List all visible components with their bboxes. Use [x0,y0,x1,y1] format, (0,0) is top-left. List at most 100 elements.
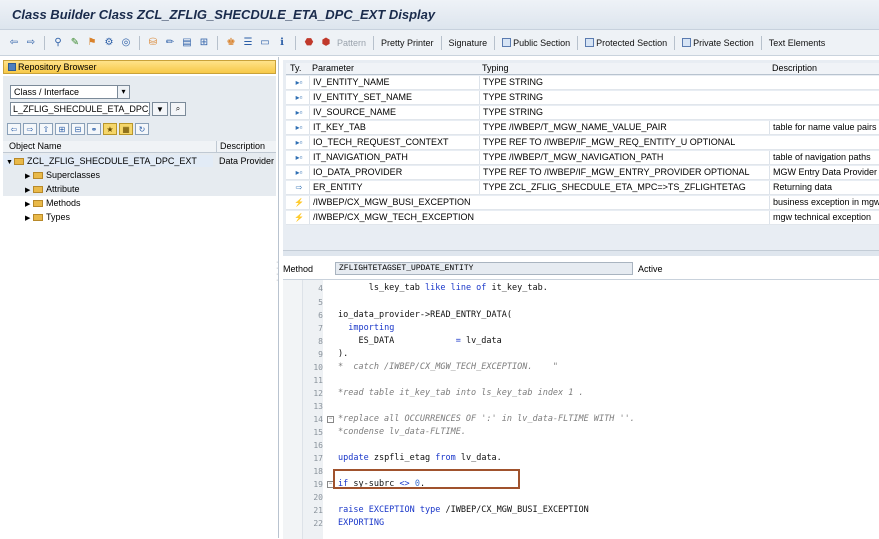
pattern-button[interactable]: Pattern [337,38,366,48]
section-icon [502,37,512,47]
activate-icon[interactable]: ⚙ [103,37,115,49]
hierarchy-icon[interactable]: ♚ [225,37,237,49]
line-number: 20 [313,493,323,502]
typing-column[interactable]: Typing [482,63,509,74]
folder-icon [33,186,43,193]
tree-root-label: ZCL_ZFLIG_SHECDULE_ETA_DPC_EXT [27,156,197,166]
method-status: Active [638,264,663,274]
private-section-label: Private Section [693,37,754,48]
collapsed-triangle-icon[interactable]: ▶ [25,212,33,226]
line-number: 15 [313,428,323,437]
object-name-column[interactable]: Object Name [9,141,62,152]
parameter-row[interactable]: ▸▫ IO_TECH_REQUEST_CONTEXT TYPE REF TO /IW… [286,136,879,150]
exception-icon: ⚡ [294,198,304,207]
expand-all-icon[interactable]: ⊞ [55,123,69,135]
parameter-row[interactable]: ▸▫ IT_KEY_TAB TYPE /IWBEP/T_MGW_NAME_VALUE… [286,121,879,135]
layout-icon[interactable]: ▭ [259,37,271,49]
parameter-row[interactable]: ⚡/IWBEP/CX_MGW_BUSI_EXCEPTION business ex… [286,196,879,210]
tree-item-types[interactable]: ▶ Types [25,210,70,224]
description-column[interactable]: Description [772,63,817,74]
repository-icon [8,63,16,71]
exception-icon: ⚡ [294,213,304,222]
method-name-field: ZFLIGHTETAGSET_UPDATE_ENTITY [335,262,633,275]
chevron-down-icon[interactable]: ▾ [117,86,129,98]
insert-statement-icon[interactable]: ⬣ [303,37,315,49]
navigation-icon[interactable]: ⊞ [198,37,210,49]
ty-column[interactable]: Ty. [290,63,301,74]
parameter-row[interactable]: ▸▫ IV_ENTITY_SET_NAME TYPE STRING [286,91,879,105]
expanded-triangle-icon[interactable]: ▼ [6,156,14,170]
folder-icon [14,158,24,165]
fold-toggle-icon[interactable]: − [327,416,334,423]
parameter-row[interactable]: ▸▫ IO_DATA_PROVIDER TYPE REF TO /IWBEP/IF_… [286,166,879,180]
previous-object-icon[interactable]: ⇦ [7,123,21,135]
forward-icon[interactable]: ⇨ [25,37,37,49]
tree-item-attribute[interactable]: ▶ Attribute [25,182,80,196]
public-section-button[interactable]: Public Section [502,37,570,48]
importing-icon: ▸▫ [295,138,303,147]
line-number: 5 [318,298,323,307]
code-line: update zspfli_etag from lv_data. [338,453,502,463]
repository-browser-pane: Repository Browser Class / Interface ▾ L… [0,57,279,538]
parameter-row[interactable]: ▸▫ IV_SOURCE_NAME TYPE STRING [286,106,879,120]
up-one-level-icon[interactable]: ⇧ [39,123,53,135]
tree-item-superclasses[interactable]: ▶ Superclasses [25,168,100,182]
description-column[interactable]: Description [216,141,265,153]
code-line: *read table it_key_tab into ls_key_tab i… [338,388,584,398]
refresh-icon[interactable]: ↻ [135,123,149,135]
tree-item-label: Types [46,212,71,222]
line-number: 21 [313,506,323,515]
check-icon[interactable]: ⚑ [86,37,98,49]
signature-button[interactable]: Signature [449,38,488,48]
display-change-icon[interactable]: ✎ [69,37,81,49]
application-toolbar: ⇦ ⇨ ⚲ ✎ ⚑ ⚙ ◎ ⛁ ✏ ▤ ⊞ ♚ ☰ ▭ ℹ ⬣ ⬢ Patter… [0,30,879,56]
pane-resize-handle[interactable]: · · · · [276,259,280,290]
collapse-all-icon[interactable]: ⊟ [71,123,85,135]
binoculars-icon[interactable]: ⚭ [87,123,101,135]
importing-icon: ▸▫ [295,153,303,162]
private-section-button[interactable]: Private Section [682,37,754,48]
line-number: 8 [318,337,323,346]
folder-icon [33,214,43,221]
menu-painter-icon[interactable]: ☰ [242,37,254,49]
object-type-select[interactable]: Class / Interface ▾ [10,85,130,99]
info-icon[interactable]: ℹ [276,37,288,49]
favorites-icon[interactable]: ★ [103,123,117,135]
parameter-row[interactable]: ▸▫ IV_ENTITY_NAME TYPE STRING [286,76,879,90]
object-name-input[interactable]: L_ZFLIG_SHECDULE_ETA_DPC_E × [10,102,150,116]
other-object-icon[interactable]: ⚲ [52,37,64,49]
line-number: 7 [318,324,323,333]
abap-code-editor[interactable]: 4 5 6 7 8 9 10 11 12 13 14 15 16 17 18 1… [283,279,879,539]
parameter-row[interactable]: ▸▫ IT_NAVIGATION_PATH TYPE /IWBEP/T_MGW_NA… [286,151,879,165]
parameter-row[interactable]: ⚡/IWBEP/CX_MGW_TECH_EXCEPTION mgw technic… [286,211,879,225]
line-number: 22 [313,519,323,528]
where-used-icon[interactable]: ⛁ [147,37,159,49]
code-line: io_data_provider->READ_ENTRY_DATA( [338,310,512,320]
horizontal-splitter[interactable] [283,250,879,256]
object-list-icon[interactable]: ▤ [181,37,193,49]
tree-column-header: Object Name Description [3,141,276,153]
line-number: 14 [313,415,323,424]
importing-icon: ▸▫ [295,78,303,87]
next-object-icon[interactable]: ⇨ [23,123,37,135]
test-icon[interactable]: ◎ [120,37,132,49]
protected-section-button[interactable]: Protected Section [585,37,667,48]
tree-item-methods[interactable]: ▶ Methods [25,196,81,210]
parameter-table: Ty. Parameter Typing Description ▸▫ IV_EN… [283,60,879,250]
text-elements-button[interactable]: Text Elements [769,38,826,48]
dropdown-button[interactable]: ▼ [152,102,168,116]
pretty-printer-button[interactable]: Pretty Printer [381,38,434,48]
line-number: 13 [313,402,323,411]
breakpoint-icon[interactable]: ⬢ [320,37,332,49]
parameter-column[interactable]: Parameter [312,63,354,74]
parameter-row[interactable]: ⇨ ER_ENTITY TYPE ZCL_ZFLIG_SHECDULE_ETA_MP… [286,181,879,195]
tree-root-node[interactable]: ▼ ZCL_ZFLIG_SHECDULE_ETA_DPC_EXT [6,154,197,168]
display-glasses-button[interactable]: ⌕ [170,102,186,116]
folder-icon [33,172,43,179]
hierarchy-icon[interactable]: ▦ [119,123,133,135]
repository-browser-header[interactable]: Repository Browser [3,60,276,74]
edit-icon[interactable]: ✏ [164,37,176,49]
back-icon[interactable]: ⇦ [8,37,20,49]
line-number: 4 [318,284,323,293]
importing-icon: ▸▫ [295,93,303,102]
